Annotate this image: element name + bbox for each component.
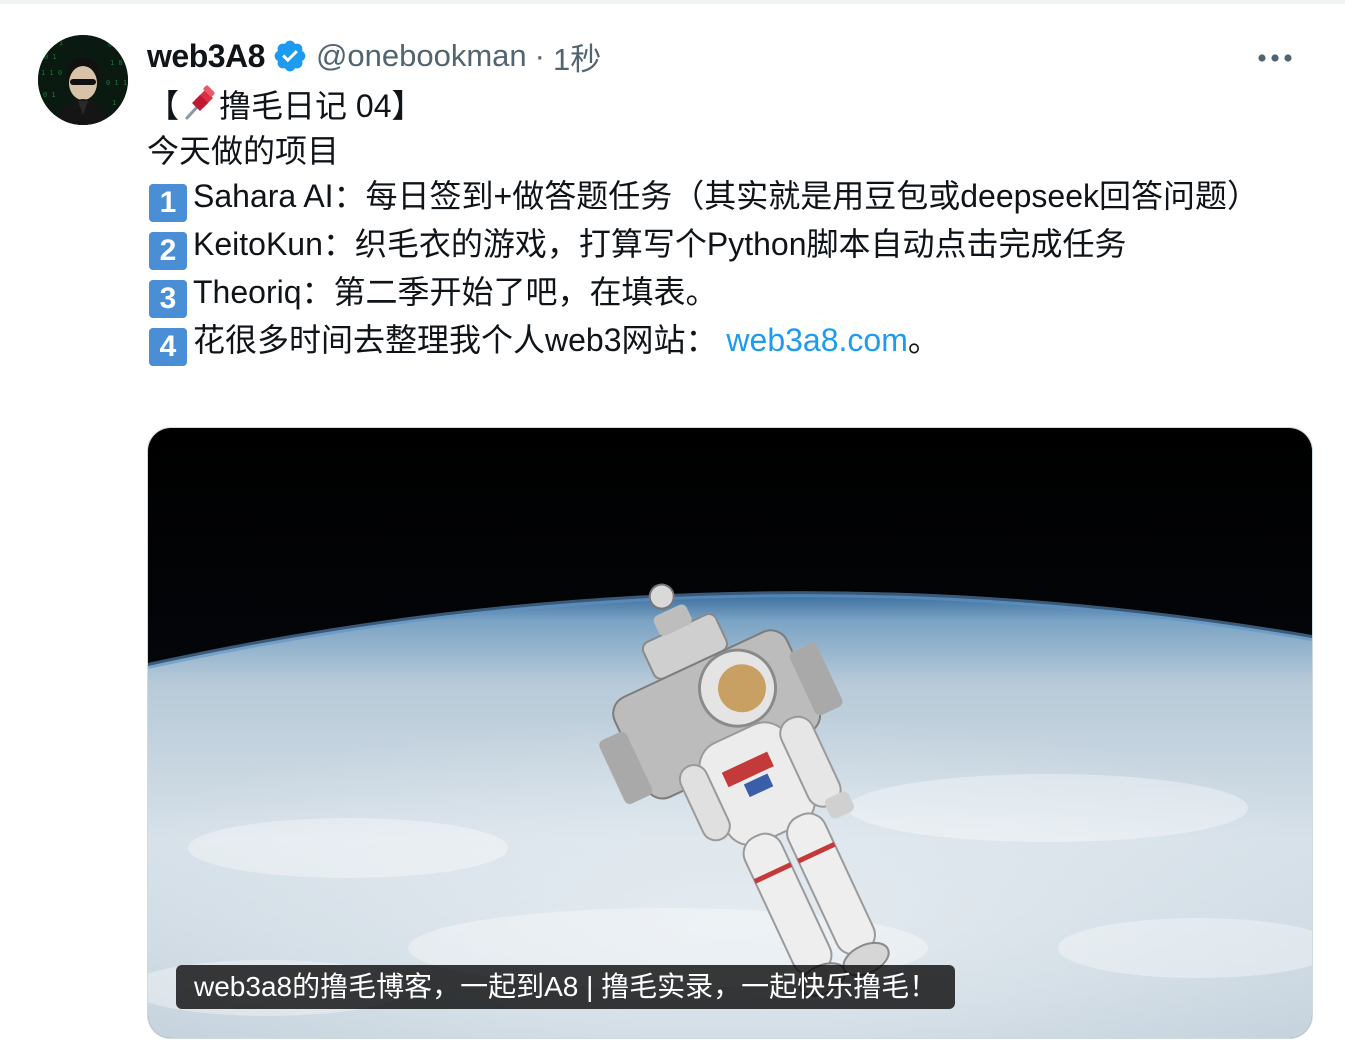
tweet-text: 【 撸毛日记 04】 今天做的项目 1 Sahara AI：每日签到+做答题任务（…: [147, 84, 1297, 366]
svg-text:0 1: 0 1: [108, 41, 121, 49]
list-item-end: 。: [907, 322, 940, 358]
author-handle[interactable]: @onebookman: [316, 38, 527, 74]
top-divider: [0, 0, 1345, 4]
list-item-text: Sahara AI：每日签到+做答题任务（其实就是用豆包或deepseek回答问…: [193, 178, 1260, 214]
title-open-bracket: 【: [147, 88, 180, 124]
header-separator: ·: [534, 38, 545, 73]
media-caption: web3a8的撸毛博客，一起到A8 | 撸毛实录，一起快乐撸毛！: [176, 965, 956, 1009]
list-item-text: Theoriq：第二季开始了吧，在填表。: [193, 274, 718, 310]
svg-text:0 1: 0 1: [44, 53, 57, 61]
verified-badge-icon[interactable]: [272, 38, 308, 74]
keycap-3-icon: 3: [149, 280, 187, 318]
astronaut-spacewalk-earth-image: [148, 428, 1312, 1038]
pushpin-icon: [185, 85, 215, 120]
svg-text:1: 1: [112, 99, 116, 107]
keycap-2-icon: 2: [149, 232, 187, 270]
list-item: 1 Sahara AI：每日签到+做答题任务（其实就是用豆包或deepseek回答…: [147, 174, 1297, 222]
author-display-name[interactable]: web3A8: [147, 38, 265, 75]
tweet-intro-line: 今天做的项目: [147, 133, 340, 169]
media-card[interactable]: web3a8的撸毛博客，一起到A8 | 撸毛实录，一起快乐撸毛！: [147, 427, 1313, 1039]
svg-text:0 1 1: 0 1 1: [106, 79, 127, 87]
tweet-header: web3A8 @onebookman · 1秒: [147, 34, 601, 79]
svg-text:1 0 1: 1 0 1: [42, 39, 63, 47]
list-item-text: 花很多时间去整理我个人web3网站：: [193, 322, 727, 358]
more-options-button[interactable]: [1255, 40, 1295, 76]
tweet-title-line: 【 撸毛日记 04】: [147, 84, 1297, 129]
website-link[interactable]: web3a8.com: [726, 322, 907, 358]
author-avatar[interactable]: 1 0 1 0 1 1 1 0 0 1 1 0 0 1 1 0 1 1: [38, 35, 128, 125]
avatar-image: 1 0 1 0 1 1 1 0 0 1 1 0 0 1 1 0 1 1: [38, 35, 128, 125]
svg-text:1 0: 1 0: [110, 59, 123, 67]
keycap-1-icon: 1: [149, 184, 187, 222]
svg-text:1 1 0: 1 1 0: [41, 69, 62, 77]
list-item: 3 Theoriq：第二季开始了吧，在填表。: [147, 270, 1297, 318]
next-content-hint: [147, 1040, 267, 1054]
keycap-4-icon: 4: [149, 328, 187, 366]
list-item: 2 KeitoKun：织毛衣的游戏，打算写个Python脚本自动点击完成任务: [147, 222, 1297, 270]
list-item-text: KeitoKun：织毛衣的游戏，打算写个Python脚本自动点击完成任务: [193, 226, 1127, 262]
list-item: 4 花很多时间去整理我个人web3网站： web3a8.com。: [147, 318, 1297, 366]
svg-text:0 1: 0 1: [43, 91, 56, 99]
tweet-timestamp[interactable]: 1秒: [553, 34, 601, 79]
title-text: 撸毛日记 04】: [219, 88, 424, 124]
more-options-icon: [1258, 54, 1292, 62]
